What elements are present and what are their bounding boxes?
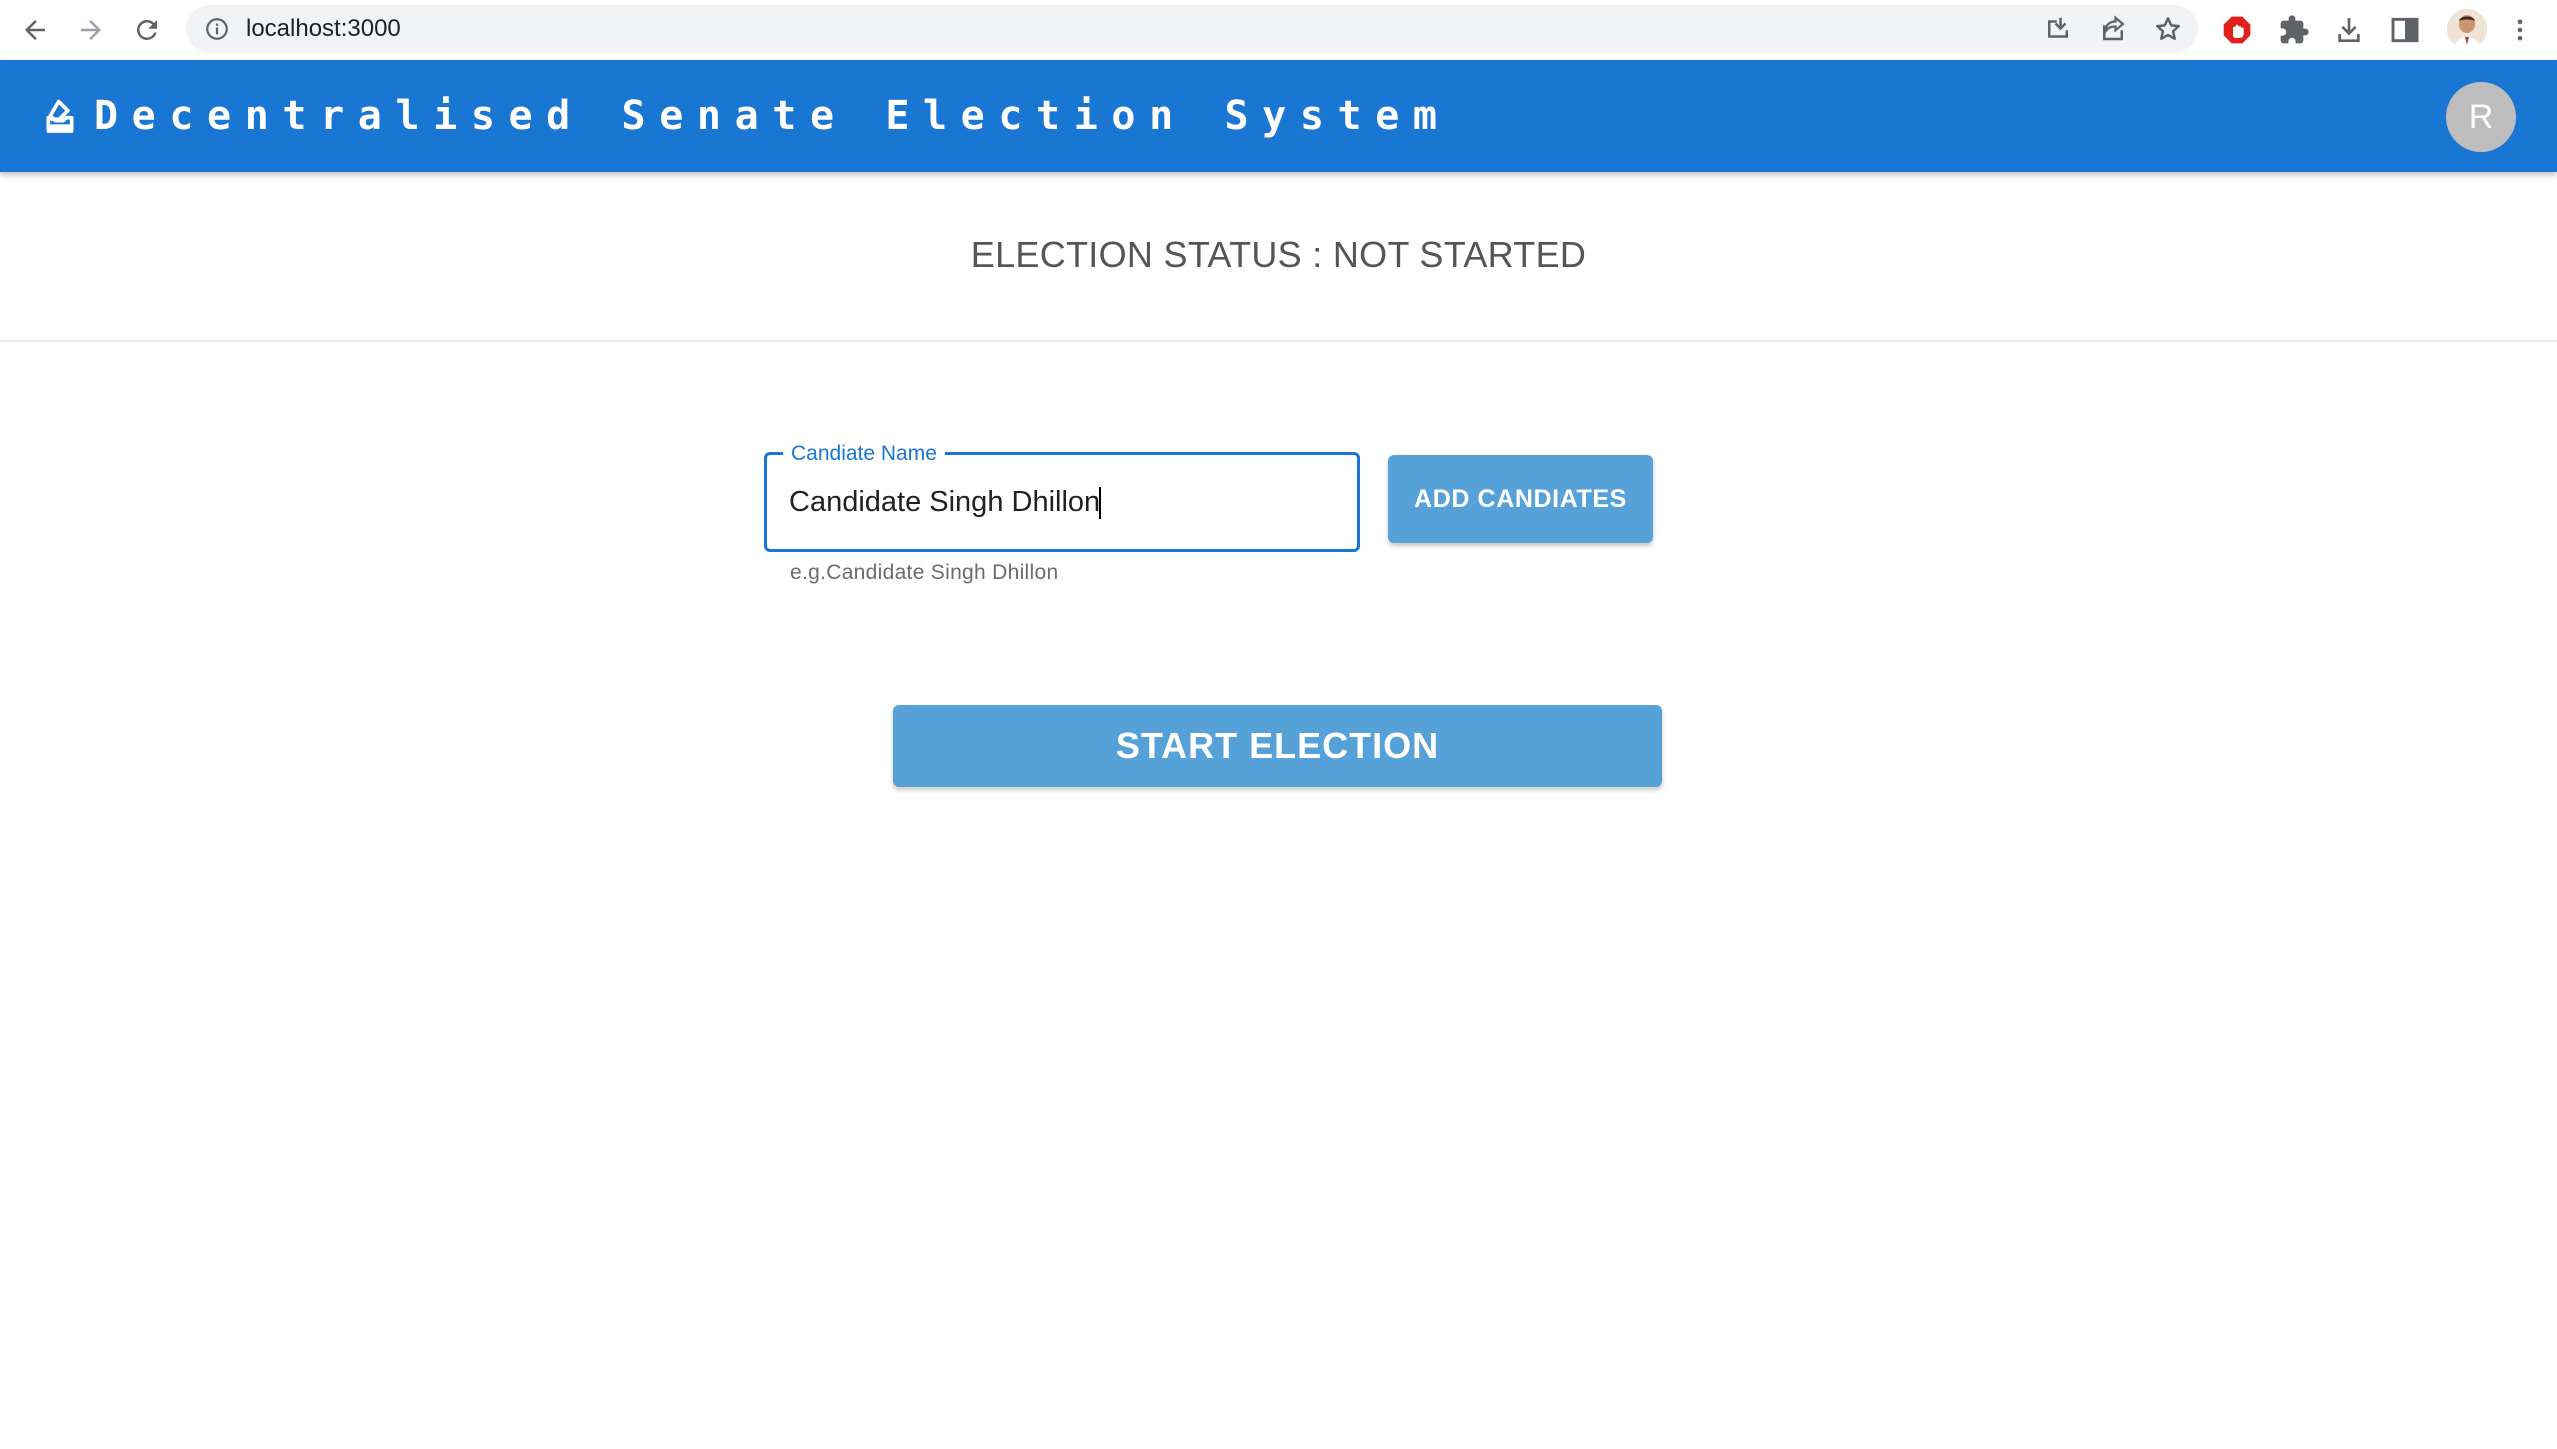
election-status: ELECTION STATUS : NOT STARTED [970, 234, 1587, 275]
app-title: Decentralised Senate Election System [94, 93, 1451, 139]
forward-arrow-icon [81, 20, 101, 40]
forward-button[interactable] [69, 8, 113, 52]
url-text[interactable]: localhost:3000 [246, 5, 401, 53]
profile-avatar[interactable] [2447, 9, 2487, 49]
candidate-name-input[interactable] [789, 455, 1339, 549]
app-bar: Decentralised Senate Election System R [0, 60, 2557, 172]
text-cursor [1099, 487, 1101, 519]
status-section: ELECTION STATUS : NOT STARTED [0, 172, 2557, 342]
add-candidates-button[interactable]: ADD CANDIATES [1388, 455, 1653, 543]
more-menu-icon[interactable] [2506, 14, 2534, 46]
site-info-icon[interactable] [204, 16, 230, 42]
user-avatar[interactable]: R [2446, 82, 2516, 152]
start-election-button[interactable]: START ELECTION [893, 705, 1662, 787]
ballot-box-icon [46, 99, 74, 133]
share-icon[interactable] [2098, 14, 2128, 44]
address-bar[interactable]: localhost:3000 [186, 5, 2198, 53]
reload-icon [136, 19, 157, 40]
adblock-extension-icon[interactable] [2221, 14, 2253, 46]
reload-button[interactable] [125, 8, 169, 52]
extensions-puzzle-icon[interactable] [2278, 14, 2310, 46]
profile-photo-icon [2447, 9, 2487, 49]
browser-toolbar: localhost:3000 [0, 0, 2557, 60]
candidate-name-field[interactable]: Candiate Name [764, 441, 1360, 552]
candidate-name-helper: e.g.Candidate Singh Dhillon [790, 561, 1059, 584]
back-arrow-icon [25, 20, 45, 40]
bookmark-star-icon[interactable] [2153, 14, 2183, 44]
install-app-icon[interactable] [2043, 14, 2073, 44]
downloads-icon[interactable] [2333, 14, 2365, 46]
side-panel-icon[interactable] [2389, 14, 2421, 46]
back-button[interactable] [13, 8, 57, 52]
